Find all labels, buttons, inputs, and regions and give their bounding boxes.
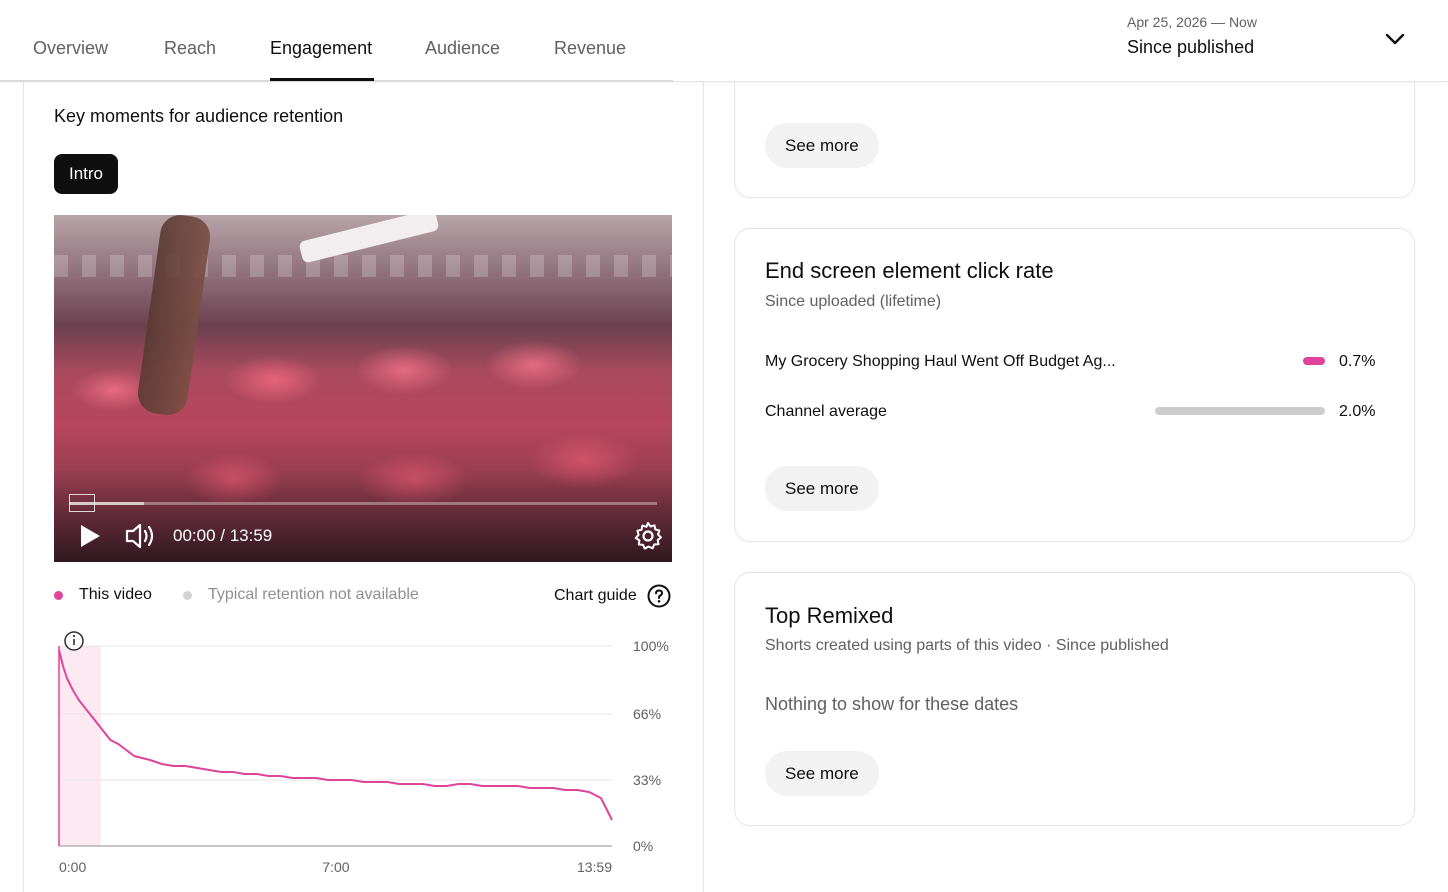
date-range-selector[interactable]: Apr 25, 2026 — Now Since published xyxy=(1127,12,1257,60)
top-remixed-title: Top Remixed xyxy=(765,603,894,628)
end-screen-row-video-pct: 0.7% xyxy=(1339,353,1376,370)
tab-revenue[interactable]: Revenue xyxy=(554,38,626,59)
chevron-down-icon[interactable] xyxy=(1383,27,1407,51)
legend-this-video-label: This video xyxy=(79,586,152,603)
video-time: 00:00 / 13:59 xyxy=(173,526,273,545)
key-moments-title: Key moments for audience retention xyxy=(54,106,344,126)
chart-guide-button[interactable]: Chart guide xyxy=(554,584,671,608)
see-more-button-top-remixed[interactable]: See more xyxy=(765,751,879,796)
tab-audience[interactable]: Audience xyxy=(425,38,500,59)
tab-reach[interactable]: Reach xyxy=(164,38,216,59)
end-screen-title: End screen element click rate xyxy=(765,258,1054,283)
card-top-remixed: Top Remixed Shorts created using parts o… xyxy=(734,572,1415,826)
tab-overview[interactable]: Overview xyxy=(33,38,108,59)
info-icon[interactable] xyxy=(64,631,84,651)
video-progress-bar[interactable] xyxy=(69,502,657,505)
volume-icon[interactable] xyxy=(124,522,156,550)
help-icon xyxy=(647,584,671,608)
end-screen-bar-channel xyxy=(1155,407,1325,415)
date-range-dates: Apr 25, 2026 — Now xyxy=(1127,14,1257,30)
legend-typical-label: Typical retention not available xyxy=(208,586,419,603)
y-tick-label: 66% xyxy=(633,706,661,722)
play-icon[interactable] xyxy=(78,523,102,549)
top-remixed-empty-message: Nothing to show for these dates xyxy=(765,694,1019,714)
end-screen-bar-video xyxy=(1303,357,1325,365)
end-screen-row-channel-pct: 2.0% xyxy=(1339,403,1376,420)
retention-chart: 100% 66% 33% 0% 0:00 7:00 13:59 xyxy=(54,626,684,886)
date-range-label: Since published xyxy=(1127,37,1255,57)
legend-typical: Typical retention not available xyxy=(183,586,419,604)
left-panel-border xyxy=(23,82,24,892)
video-player[interactable]: 00:00 / 13:59 xyxy=(54,215,672,562)
column-divider xyxy=(703,82,704,892)
legend-dot-gray xyxy=(183,590,192,600)
scrub-thumbnail[interactable] xyxy=(69,494,95,512)
x-tick-label: 13:59 xyxy=(577,859,612,875)
see-more-button-end-screen[interactable]: See more xyxy=(765,466,879,511)
end-screen-subtitle: Since uploaded (lifetime) xyxy=(765,293,942,310)
end-screen-row-channel-label: Channel average xyxy=(765,403,887,420)
x-tick-label: 7:00 xyxy=(322,859,349,875)
legend-this-video: This video xyxy=(54,586,152,604)
x-tick-label: 0:00 xyxy=(59,859,86,875)
legend-dot-pink xyxy=(54,590,63,600)
end-screen-row-video-label: My Grocery Shopping Haul Went Off Budget… xyxy=(765,353,1116,370)
y-tick-label: 33% xyxy=(633,772,661,788)
y-tick-label: 100% xyxy=(633,638,669,654)
card-end-screen: End screen element click rate Since uplo… xyxy=(734,228,1415,542)
retention-line xyxy=(58,649,613,821)
analytics-header: Overview Reach Engagement Audience Reven… xyxy=(0,0,1448,82)
chart-guide-label: Chart guide xyxy=(554,587,637,604)
settings-gear-icon[interactable] xyxy=(633,521,663,551)
top-remixed-subtitle: Shorts created using parts of this video… xyxy=(765,637,1169,654)
tab-engagement[interactable]: Engagement xyxy=(270,38,372,59)
intro-chip[interactable]: Intro xyxy=(54,154,119,194)
see-more-button-top[interactable]: See more xyxy=(765,123,879,168)
retention-chart-svg: 100% 66% 33% 0% 0:00 7:00 13:59 xyxy=(58,631,669,875)
active-tab-indicator xyxy=(270,78,374,81)
y-tick-label: 0% xyxy=(633,838,653,854)
